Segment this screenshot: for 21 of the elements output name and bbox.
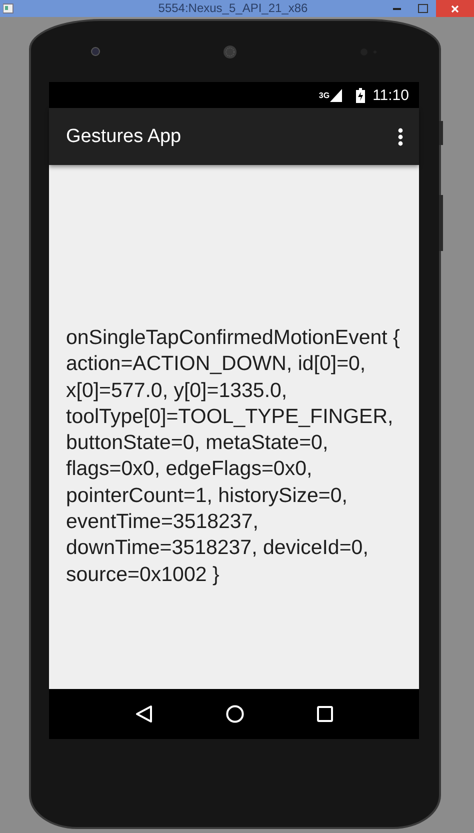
signal-icon: [330, 88, 342, 102]
recents-button[interactable]: [316, 706, 333, 722]
status-time: 11:10: [372, 86, 409, 104]
close-button[interactable]: [436, 0, 474, 17]
maximize-icon: [418, 4, 428, 13]
minimize-icon: [393, 7, 401, 10]
home-icon: [226, 705, 244, 723]
network-type: 3G: [318, 90, 330, 100]
back-icon: [135, 705, 154, 723]
camera-icon: [91, 47, 100, 56]
window-title: 5554:Nexus_5_API_21_x86: [157, 0, 309, 17]
recents-icon: [316, 706, 333, 722]
overflow-menu-icon[interactable]: [398, 128, 403, 146]
speaker-grille-icon: [222, 44, 236, 58]
back-button[interactable]: [135, 705, 154, 723]
app-title: Gestures App: [66, 126, 182, 148]
motion-event-text: onSingleTapConfirmedMotionEvent { action=ACTION_DOWN, id[0]=0, x[0]=577.0, y[0]=1335.0, toolType[0]=TOOL_TYPE_FINGER, buttonState=0, metaState=0, flags=0x0, edgeFlags=0x0, pointerCount=1, historySize=0, eventTime=3518237, downTime=3518237, deviceId=0, source=0x1002 }: [66, 325, 401, 588]
home-button[interactable]: [226, 705, 244, 723]
battery-icon: [356, 88, 365, 102]
app-icon: [3, 3, 14, 14]
close-icon: [451, 4, 459, 12]
